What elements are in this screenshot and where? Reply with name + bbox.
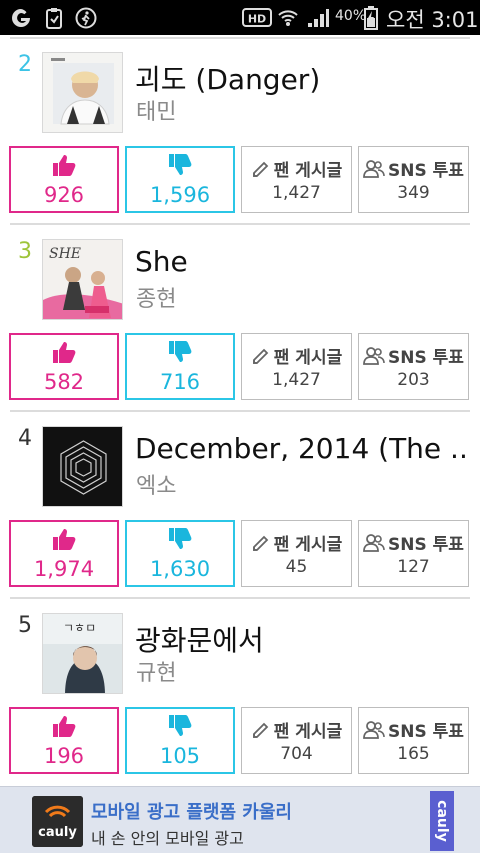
clipboard-icon — [44, 7, 64, 29]
sns-vote-label: SNS 투표 — [388, 535, 464, 555]
ad-title: 모바일 광고 플랫폼 카울리 — [91, 802, 292, 823]
sns-vote-count: 349 — [397, 183, 430, 203]
cauly-logo-text: cauly — [38, 825, 77, 840]
users-icon — [363, 533, 385, 552]
rank-number: 5 — [18, 613, 32, 638]
hd-icon: HD — [242, 7, 272, 29]
fan-board-label: 팬 게시글 — [273, 722, 343, 742]
battery-icon — [364, 6, 378, 30]
dislike-button[interactable]: 1,596 — [125, 146, 235, 213]
like-count: 926 — [43, 182, 85, 207]
users-icon — [363, 159, 385, 178]
like-button[interactable]: 1,974 — [9, 520, 119, 587]
pencil-icon — [252, 161, 269, 177]
album-art: SHE — [42, 239, 123, 320]
svg-text:SHE: SHE — [49, 246, 81, 262]
fan-board-label: 팬 게시글 — [273, 535, 343, 555]
thumbs-up-icon — [51, 153, 77, 181]
svg-text:ㄱㅎㅁ: ㄱㅎㅁ — [63, 621, 96, 635]
thumbs-up-icon — [51, 527, 77, 555]
like-count: 582 — [43, 369, 85, 394]
like-count: 196 — [43, 743, 85, 768]
dislike-count: 105 — [159, 743, 201, 768]
album-art — [42, 426, 123, 507]
pencil-icon — [252, 348, 269, 364]
sns-vote-button[interactable]: SNS 투표 165 — [358, 707, 469, 774]
dislike-count: 1,596 — [149, 182, 211, 207]
dislike-count: 716 — [159, 369, 201, 394]
song-title: December, 2014 (The ... — [135, 432, 465, 465]
pencil-icon — [252, 535, 269, 551]
status-bar: HD 40% 오전 3:01 — [0, 0, 480, 35]
like-button[interactable]: 926 — [9, 146, 119, 213]
wifi-icon — [277, 7, 299, 29]
fan-board-button[interactable]: 팬 게시글 45 — [241, 520, 352, 587]
sns-vote-button[interactable]: SNS 투표 349 — [358, 146, 469, 213]
sns-vote-label: SNS 투표 — [388, 161, 464, 181]
fan-post-count: 704 — [280, 744, 313, 764]
sns-vote-count: 127 — [397, 557, 430, 577]
like-count: 1,974 — [33, 556, 95, 581]
artist-name: 엑소 — [136, 474, 177, 499]
ad-banner[interactable]: cauly 모바일 광고 플랫폼 카울리 내 손 안의 모바일 광고 cauly — [0, 786, 480, 853]
signal-icon — [306, 7, 330, 29]
song-title: 괴도 (Danger) — [135, 63, 321, 96]
ad-tag: cauly — [430, 791, 454, 851]
users-icon — [363, 720, 385, 739]
rank-number: 4 — [18, 426, 32, 451]
sns-vote-button[interactable]: SNS 투표 127 — [358, 520, 469, 587]
artist-name: 규현 — [136, 661, 177, 686]
thumbs-down-icon — [167, 153, 193, 181]
list-item[interactable]: 4 December, 2014 (The ... 엑소 1,974 1,630… — [0, 412, 480, 599]
rank-number: 2 — [18, 52, 32, 77]
like-button[interactable]: 582 — [9, 333, 119, 400]
fan-board-label: 팬 게시글 — [273, 348, 343, 368]
album-art — [42, 52, 123, 133]
dislike-button[interactable]: 716 — [125, 333, 235, 400]
thumbs-up-icon — [51, 340, 77, 368]
rank-number: 3 — [18, 239, 32, 264]
dislike-button[interactable]: 1,630 — [125, 520, 235, 587]
list-item[interactable]: 5 ㄱㅎㅁ 광화문에서 규현 196 105 팬 게시글 704 SNS 투표 … — [0, 599, 480, 786]
thumbs-down-icon — [167, 527, 193, 555]
sns-vote-label: SNS 투표 — [388, 348, 464, 368]
fan-board-label: 팬 게시글 — [273, 161, 343, 181]
sns-vote-count: 165 — [397, 744, 430, 764]
cauly-logo: cauly — [32, 796, 83, 847]
artist-name: 종현 — [136, 287, 177, 312]
clock: 오전 3:01 — [386, 8, 479, 32]
list-item[interactable]: 3 SHE She 종현 582 716 팬 게시글 1,427 SNS 투표 … — [0, 225, 480, 412]
fan-board-button[interactable]: 팬 게시글 1,427 — [241, 146, 352, 213]
fan-post-count: 45 — [285, 557, 308, 577]
dislike-count: 1,630 — [149, 556, 211, 581]
dislike-button[interactable]: 105 — [125, 707, 235, 774]
like-button[interactable]: 196 — [9, 707, 119, 774]
users-icon — [363, 346, 385, 365]
list-item[interactable]: 2 괴도 (Danger) 태민 926 1,596 팬 게시글 1,427 S… — [0, 38, 480, 225]
g-logo-icon — [10, 7, 32, 29]
song-title: 광화문에서 — [135, 624, 264, 657]
fan-post-count: 1,427 — [272, 183, 321, 203]
artist-name: 태민 — [136, 100, 177, 125]
fan-board-button[interactable]: 팬 게시글 1,427 — [241, 333, 352, 400]
ad-subtitle: 내 손 안의 모바일 광고 — [91, 829, 244, 848]
sns-vote-count: 203 — [397, 370, 430, 390]
battery-percent: 40% — [335, 8, 367, 24]
thumbs-down-icon — [167, 714, 193, 742]
sns-vote-button[interactable]: SNS 투표 203 — [358, 333, 469, 400]
thumbs-up-icon — [51, 714, 77, 742]
sns-vote-label: SNS 투표 — [388, 722, 464, 742]
fan-board-button[interactable]: 팬 게시글 704 — [241, 707, 352, 774]
fan-post-count: 1,427 — [272, 370, 321, 390]
svg-text:HD: HD — [248, 13, 266, 26]
album-art: ㄱㅎㅁ — [42, 613, 123, 694]
thumbs-down-icon — [167, 340, 193, 368]
song-title: She — [135, 245, 188, 278]
pencil-icon — [252, 722, 269, 738]
walker-icon — [75, 7, 97, 29]
